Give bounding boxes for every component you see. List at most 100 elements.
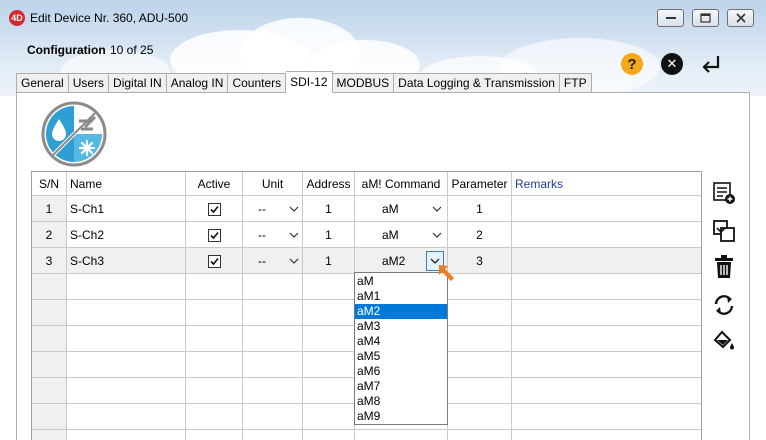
table-header-row: S/N Name Active Unit Address aM! Command… (32, 172, 701, 196)
chevron-down-icon[interactable] (432, 206, 442, 212)
tab-data-logging[interactable]: Data Logging & Transmission (394, 73, 560, 93)
address-cell[interactable]: 1 (302, 221, 355, 248)
unit-cell[interactable]: -- (242, 195, 303, 222)
dropdown-option-am6[interactable]: aM6 (355, 364, 447, 379)
col-header-parameter[interactable]: Parameter (447, 172, 512, 196)
checkmark-icon (209, 205, 219, 213)
tab-analog-in[interactable]: Analog IN (166, 73, 229, 93)
fill-button[interactable] (711, 328, 737, 354)
dropdown-option-am7[interactable]: aM7 (355, 379, 447, 394)
chevron-down-icon[interactable] (289, 258, 299, 264)
tab-ftp[interactable]: FTP (559, 73, 592, 93)
active-checkbox[interactable] (207, 254, 221, 268)
dropdown-option-am8[interactable]: aM8 (355, 394, 447, 409)
dropdown-option-am4[interactable]: aM4 (355, 334, 447, 349)
dropdown-option-am5[interactable]: aM5 (355, 349, 447, 364)
checkmark-icon (209, 257, 219, 265)
tab-sdi-12[interactable]: SDI-12 (286, 71, 333, 93)
dropdown-option-am3[interactable]: aM3 (355, 319, 447, 334)
unit-cell[interactable]: -- (242, 247, 303, 274)
delete-row-button[interactable] (711, 254, 737, 280)
col-header-name[interactable]: Name (66, 172, 186, 196)
delete-icon (715, 255, 733, 278)
dropdown-option-am2[interactable]: aM2 (355, 304, 447, 319)
col-header-remarks[interactable]: Remarks (511, 172, 701, 196)
tab-digital-in[interactable]: Digital IN (109, 73, 167, 93)
active-cell[interactable] (185, 247, 243, 274)
command-cell[interactable]: aM (354, 195, 448, 222)
window-close-icon (735, 13, 746, 23)
title-bar: 4D Edit Device Nr. 360, ADU-500 (0, 0, 766, 34)
col-header-sn[interactable]: S/N (32, 172, 67, 196)
parameter-cell[interactable]: 1 (447, 195, 512, 222)
checkmark-icon (209, 231, 219, 239)
minimize-icon (665, 16, 676, 19)
command-dropdown-list: aM aM1 aM2 aM3 aM4 aM5 aM6 aM7 aM8 aM9 (354, 272, 448, 425)
command-value: aM2 (382, 253, 406, 268)
help-icon[interactable]: ? (621, 53, 643, 75)
row-sn: 1 (32, 195, 67, 222)
tab-users[interactable]: Users (68, 73, 110, 93)
fill-icon (713, 330, 734, 350)
add-row-icon (713, 182, 735, 204)
active-cell[interactable] (185, 221, 243, 248)
tab-counters[interactable]: Counters (228, 73, 287, 93)
remarks-cell[interactable] (511, 221, 701, 248)
unit-cell[interactable]: -- (242, 221, 303, 248)
maximize-icon (700, 13, 711, 23)
col-header-active[interactable]: Active (185, 172, 243, 196)
unit-value: -- (258, 201, 266, 216)
active-checkbox[interactable] (207, 228, 221, 242)
col-header-command[interactable]: aM! Command (354, 172, 448, 196)
chevron-down-icon[interactable] (289, 232, 299, 238)
unit-value: -- (258, 253, 266, 268)
dropdown-option-am9[interactable]: aM9 (355, 409, 447, 424)
copy-icon (713, 220, 735, 242)
sdi-12-sensor-icon (41, 101, 107, 167)
refresh-button[interactable] (711, 292, 737, 318)
col-header-unit[interactable]: Unit (242, 172, 303, 196)
dropdown-option-am1[interactable]: aM1 (355, 289, 447, 304)
command-cell[interactable]: aM (354, 221, 448, 248)
empty-row[interactable] (32, 429, 701, 440)
tab-strip: General Users Digital IN Analog IN Count… (16, 71, 592, 93)
table-row[interactable]: 3 S-Ch3 -- 1 aM2 3 (32, 247, 701, 274)
configuration-label: Configuration (27, 43, 106, 57)
command-cell[interactable]: aM2 (354, 247, 448, 274)
name-cell[interactable]: S-Ch2 (66, 221, 186, 248)
name-cell[interactable]: S-Ch3 (66, 247, 186, 274)
name-cell[interactable]: S-Ch1 (66, 195, 186, 222)
window-close-button[interactable] (727, 9, 754, 27)
row-sn: 3 (32, 247, 67, 274)
dropdown-option-am[interactable]: aM (355, 274, 447, 289)
col-header-address[interactable]: Address (302, 172, 355, 196)
chevron-down-icon[interactable] (432, 232, 442, 238)
row-sn: 2 (32, 221, 67, 248)
active-cell[interactable] (185, 195, 243, 222)
unit-value: -- (258, 227, 266, 242)
table-row[interactable]: 2 S-Ch2 -- 1 aM 2 (32, 221, 701, 248)
pointer-arrow-icon (439, 265, 454, 281)
table-row[interactable]: 1 S-Ch1 -- 1 aM 1 (32, 195, 701, 222)
refresh-icon (714, 295, 734, 315)
tab-general[interactable]: General (16, 73, 69, 93)
enter-icon[interactable] (700, 54, 722, 74)
address-cell[interactable]: 1 (302, 195, 355, 222)
command-value: aM (382, 227, 399, 242)
maximize-button[interactable] (692, 9, 719, 27)
active-checkbox[interactable] (207, 202, 221, 216)
add-row-button[interactable] (711, 180, 737, 206)
remarks-cell[interactable] (511, 247, 701, 274)
copy-row-button[interactable] (711, 218, 737, 244)
edit-device-window: 4D Edit Device Nr. 360, ADU-500 Configur… (0, 0, 766, 440)
window-title: Edit Device Nr. 360, ADU-500 (30, 11, 189, 25)
command-value: aM (382, 201, 399, 216)
tab-modbus[interactable]: MODBUS (332, 73, 395, 93)
app-logo-icon: 4D (9, 10, 25, 26)
address-cell[interactable]: 1 (302, 247, 355, 274)
remarks-cell[interactable] (511, 195, 701, 222)
chevron-down-icon[interactable] (289, 206, 299, 212)
close-icon[interactable]: ✕ (661, 53, 683, 75)
minimize-button[interactable] (657, 9, 684, 27)
parameter-cell[interactable]: 2 (447, 221, 512, 248)
